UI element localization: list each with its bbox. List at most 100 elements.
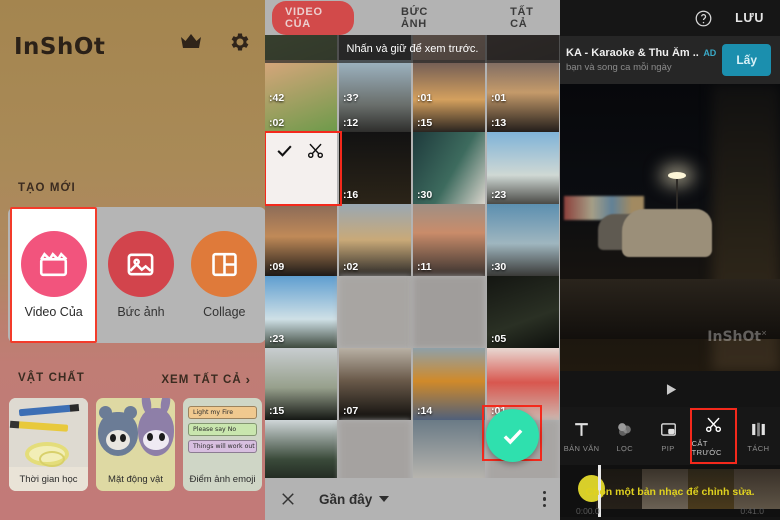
materials-row: Thời gian học Mặt động vật Light my Fire…	[9, 398, 262, 491]
check-icon	[503, 428, 522, 444]
tool-pip[interactable]: PIP	[646, 407, 689, 465]
duration-label: :12	[343, 117, 359, 129]
split-icon	[752, 422, 765, 436]
media-cell[interactable]: :23	[487, 132, 559, 204]
folder-label: Gần đây	[319, 491, 373, 507]
media-cell[interactable]: :05	[487, 276, 559, 348]
tool-label: BẢN VĂN	[563, 443, 600, 453]
caret-down-icon	[379, 496, 390, 502]
close-icon[interactable]	[279, 490, 297, 508]
emoji-card-text: Light my Fire	[188, 406, 257, 419]
media-cell[interactable]	[339, 276, 411, 348]
video-preview[interactable]: InShOt✕	[560, 84, 780, 371]
gear-icon[interactable]	[227, 30, 251, 54]
confirm-button[interactable]	[486, 409, 539, 462]
duration-label: :11	[417, 261, 432, 273]
duration-label: :23	[491, 189, 507, 201]
media-cell[interactable]: :15	[265, 348, 337, 420]
duration-label: :16	[343, 189, 359, 201]
create-item-label: Video Của	[24, 305, 83, 319]
media-cell[interactable]	[413, 276, 485, 348]
create-item-label: Collage	[203, 305, 246, 319]
duration-label: :01	[491, 92, 507, 104]
duration-label: :15	[269, 405, 285, 417]
emoji-card-text: Things will work out	[188, 440, 257, 453]
photo-icon	[107, 231, 174, 297]
tool-split[interactable]: TÁCH	[737, 407, 780, 465]
media-cell[interactable]: :30	[413, 132, 485, 204]
material-card[interactable]: Light my Fire Please say No Things will …	[183, 398, 262, 491]
scissors-icon[interactable]	[306, 141, 325, 165]
create-item-photo[interactable]: Bức ảnh	[99, 207, 182, 343]
duration-label: :05	[491, 333, 507, 345]
ad-cta-button[interactable]: Lấy	[722, 44, 771, 76]
watermark: InShOt✕	[707, 329, 767, 345]
tool-label: TÁCH	[747, 443, 770, 453]
tab-all[interactable]: TẤT CẢ	[497, 1, 560, 35]
ad-title-row: KA - Karaoke & Thu Âm ... AD	[566, 47, 716, 59]
duration-label: :02	[343, 261, 359, 273]
home-header: InShOt	[0, 0, 265, 110]
see-all-link[interactable]: XEM TẤT CẢ ›	[161, 372, 251, 387]
create-item-collage[interactable]: Collage	[183, 207, 265, 343]
material-caption: Mặt động vật	[96, 467, 175, 491]
picker-bottom-bar: Gần đây	[265, 478, 560, 520]
material-caption: Thời gian học	[9, 467, 88, 491]
duration-label: :01	[417, 92, 433, 104]
media-cell-selected[interactable]	[265, 132, 337, 204]
app-logo: InShOt	[14, 34, 106, 60]
crown-icon[interactable]	[179, 30, 203, 54]
create-new-card: Video Của Bức ảnh Collage	[8, 207, 265, 343]
time-start: 0:00.0	[576, 506, 600, 516]
play-button[interactable]	[560, 371, 780, 407]
ad-title: KA - Karaoke & Thu Âm ...	[566, 47, 700, 59]
material-thumb	[9, 398, 88, 467]
ad-banner[interactable]: KA - Karaoke & Thu Âm ... AD bạn và song…	[560, 36, 780, 84]
ad-subtitle: bạn và song ca mỗi ngày	[566, 62, 672, 73]
panel-editor: LƯU KA - Karaoke & Thu Âm ... AD bạn và …	[560, 0, 780, 520]
media-cell[interactable]: :09	[265, 204, 337, 276]
media-cell[interactable]: :16	[339, 132, 411, 204]
check-icon[interactable]	[275, 141, 294, 165]
duration-label: :42	[269, 92, 285, 104]
duration-label: :15	[417, 117, 433, 129]
media-cell[interactable]: :07	[339, 348, 411, 420]
tool-filter[interactable]: LỌC	[603, 407, 646, 465]
more-vertical-icon[interactable]	[542, 490, 546, 508]
duration-label: :13	[491, 117, 507, 129]
ad-text: KA - Karaoke & Thu Âm ... AD bạn và song…	[566, 47, 716, 73]
materials-label: VẬT CHẤT	[18, 372, 85, 384]
tool-label: PIP	[661, 443, 675, 453]
ad-badge: AD	[703, 48, 717, 58]
editor-toolbar: BẢN VĂN LỌC PIP CẮT TRƯỚC TÁCH	[560, 407, 780, 465]
clapperboard-icon	[20, 231, 87, 297]
duration-label: :30	[417, 189, 433, 201]
duration-label: :23	[269, 333, 285, 345]
tool-text[interactable]: BẢN VĂN	[560, 407, 603, 465]
duration-label: :30	[491, 261, 507, 273]
material-card[interactable]: Mặt động vật	[96, 398, 175, 491]
tab-video[interactable]: VIDEO CỦA	[272, 0, 354, 35]
material-card[interactable]: Thời gian học	[9, 398, 88, 491]
tool-precut[interactable]: CẮT TRƯỚC	[689, 408, 737, 464]
material-thumb	[96, 398, 175, 467]
media-cell[interactable]: :14	[413, 348, 485, 420]
create-item-video[interactable]: Video Của	[10, 207, 98, 343]
media-cell[interactable]: :01	[487, 348, 559, 420]
tool-label: LỌC	[616, 443, 634, 453]
save-button[interactable]: LƯU	[735, 11, 764, 25]
tab-photo[interactable]: BỨC ẢNH	[388, 1, 461, 35]
help-circle-icon[interactable]	[694, 9, 713, 28]
media-cell[interactable]: :30	[487, 204, 559, 276]
media-cell[interactable]: :11	[413, 204, 485, 276]
folder-selector[interactable]: Gần đây	[319, 491, 390, 507]
media-cell[interactable]: :23	[265, 276, 337, 348]
see-all-label: XEM TẤT CẢ	[161, 373, 242, 386]
duration-label: :14	[417, 405, 433, 417]
emoji-card-text: Please say No	[188, 423, 257, 436]
text-icon	[575, 422, 588, 436]
collage-icon	[191, 231, 258, 297]
filter-icon	[618, 422, 632, 436]
media-tabs: VIDEO CỦA BỨC ẢNH TẤT CẢ	[265, 0, 560, 35]
media-cell[interactable]: :02	[339, 204, 411, 276]
